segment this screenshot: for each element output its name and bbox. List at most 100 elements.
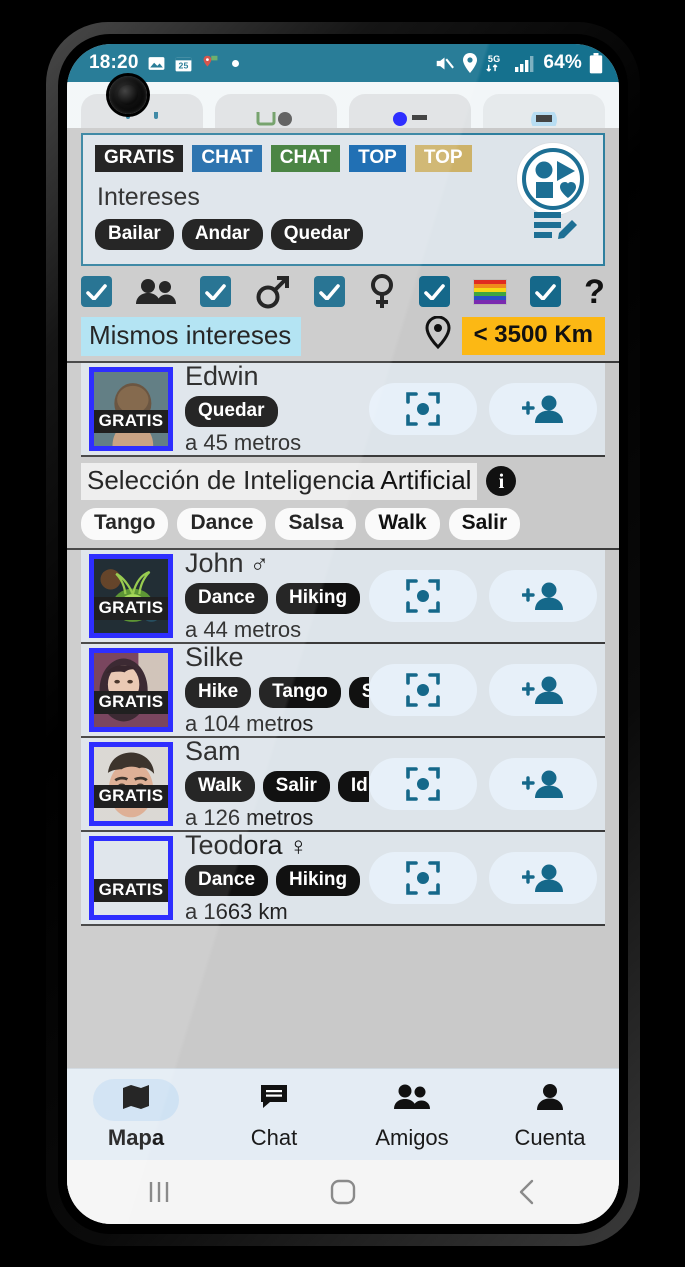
nav-pill xyxy=(93,1078,179,1121)
avatar[interactable]: GRATIS xyxy=(89,835,173,920)
avatar[interactable]: GRATIS xyxy=(89,741,173,826)
ai-pill[interactable]: Salsa xyxy=(275,507,357,540)
user-tag[interactable]: Walk xyxy=(185,770,255,802)
user-distance: a 1663 km xyxy=(185,898,288,924)
interest-pill[interactable]: Quedar xyxy=(270,218,364,250)
recents-icon[interactable] xyxy=(67,1178,251,1206)
location-message-icon xyxy=(201,55,220,72)
filter-checkbox-female[interactable] xyxy=(313,276,345,308)
app-logo-icon[interactable] xyxy=(517,143,589,215)
toolbar-button-card[interactable] xyxy=(483,94,605,128)
user-tag[interactable]: Quedar xyxy=(185,395,278,427)
distance-group: < 3500 Km xyxy=(424,315,605,357)
interest-pill[interactable]: Bailar xyxy=(95,218,174,250)
ai-pill[interactable]: Dance xyxy=(177,507,267,540)
card-actions xyxy=(369,851,597,904)
user-info: Teodora ♀ Dance Hiking a 1663 km xyxy=(185,831,369,925)
avatar[interactable]: GRATIS xyxy=(89,366,173,451)
home-icon[interactable] xyxy=(251,1177,435,1207)
user-list[interactable]: GRATIS Edwin Quedar a 45 metros Selecció… xyxy=(67,360,619,1068)
user-name-row: Sam xyxy=(185,737,369,767)
top-toolbar xyxy=(67,82,619,128)
user-tag[interactable]: Hiking xyxy=(276,582,361,614)
filter-checkbox-people[interactable] xyxy=(81,276,112,308)
nav-item-amigos[interactable]: Amigos xyxy=(343,1079,481,1151)
card-icon xyxy=(522,112,566,126)
nav-item-mapa[interactable]: Mapa xyxy=(67,1078,205,1151)
toolbar-button-note[interactable] xyxy=(215,94,337,128)
back-icon[interactable] xyxy=(435,1177,619,1207)
list-item[interactable]: GRATIS Silke Hike Tango S a 104 metros xyxy=(81,643,605,738)
avatar[interactable]: GRATIS xyxy=(89,647,173,732)
user-name-row: Teodora ♀ xyxy=(185,831,369,861)
person-add-icon[interactable] xyxy=(489,569,597,622)
ai-pill[interactable]: Tango xyxy=(81,507,169,540)
info-icon[interactable]: i xyxy=(486,466,517,497)
center-focus-icon[interactable] xyxy=(369,851,477,904)
user-name-row: John ♂ xyxy=(185,549,369,579)
card-actions xyxy=(369,663,597,716)
toolbar-button-pin[interactable] xyxy=(349,94,471,128)
user-tag[interactable]: Dance xyxy=(185,864,269,896)
center-focus-icon[interactable] xyxy=(369,569,477,622)
same-interests-row: Mismos intereses < 3500 Km xyxy=(67,315,619,357)
nav-item-cuenta[interactable]: Cuenta xyxy=(481,1079,619,1151)
avatar-photo xyxy=(94,558,168,633)
list-item[interactable]: GRATIS John ♂ Dance Hiking a 44 metros xyxy=(81,549,605,644)
user-name-row: Silke xyxy=(185,643,369,673)
card-actions xyxy=(369,757,597,810)
badge-top-blue[interactable]: TOP xyxy=(349,145,406,172)
badge-chat-green[interactable]: CHAT xyxy=(270,145,341,172)
ai-pill[interactable]: Walk xyxy=(365,507,440,540)
avatar-tag: GRATIS xyxy=(94,690,168,714)
center-focus-icon[interactable] xyxy=(369,382,477,435)
badge-chat-blue[interactable]: CHAT xyxy=(192,145,262,172)
user-info: Silke Hike Tango S a 104 metros xyxy=(185,643,369,737)
user-tag[interactable]: Id xyxy=(337,770,369,802)
interest-pill[interactable]: Andar xyxy=(181,218,263,250)
edit-list-icon[interactable] xyxy=(531,207,581,252)
user-tag[interactable]: Hiking xyxy=(276,864,361,896)
ai-pill[interactable]: Salir xyxy=(448,507,521,540)
user-tag[interactable]: Dance xyxy=(185,582,269,614)
center-focus-icon[interactable] xyxy=(369,757,477,810)
chat-icon xyxy=(259,1083,289,1116)
badge-top-gold[interactable]: TOP xyxy=(414,145,472,172)
status-bar-right: 5G 64% xyxy=(434,52,603,74)
list-item[interactable]: GRATIS Edwin Quedar a 45 metros xyxy=(81,362,605,457)
user-tag[interactable]: Tango xyxy=(259,676,341,708)
user-name: Edwin xyxy=(185,362,259,392)
filter-checkbox-rainbow[interactable] xyxy=(418,276,450,308)
person-add-icon[interactable] xyxy=(489,382,597,435)
list-item[interactable]: GRATIS Teodora ♀ Dance Hiking a 1663 km xyxy=(81,831,605,926)
person-add-icon[interactable] xyxy=(489,757,597,810)
list-item[interactable]: GRATIS Sam Walk Salir Id a 126 metros xyxy=(81,737,605,832)
battery-icon xyxy=(589,52,603,74)
center-focus-icon[interactable] xyxy=(369,663,477,716)
distance-chip[interactable]: < 3500 Km xyxy=(461,317,605,356)
interest-pill-row: Bailar Andar Quedar xyxy=(95,218,591,250)
user-tag[interactable]: Salir xyxy=(262,770,330,802)
signal-icon xyxy=(514,54,536,73)
male-icon xyxy=(254,275,290,309)
filter-row: ? xyxy=(67,266,619,316)
location-pin-icon xyxy=(424,315,452,357)
person-add-icon[interactable] xyxy=(489,851,597,904)
user-name: Teodora xyxy=(185,831,283,861)
filter-checkbox-male[interactable] xyxy=(200,276,232,308)
user-tag[interactable]: Hike xyxy=(185,676,252,708)
person-add-icon[interactable] xyxy=(489,663,597,716)
location-icon xyxy=(462,53,478,73)
avatar[interactable]: GRATIS xyxy=(89,553,173,638)
badge-gratis[interactable]: GRATIS xyxy=(95,145,184,172)
same-interests-chip[interactable]: Mismos intereses xyxy=(81,316,302,356)
bottom-navigation: Mapa Chat Amigos Cuenta xyxy=(67,1068,619,1160)
nav-item-chat[interactable]: Chat xyxy=(205,1079,343,1151)
user-info: John ♂ Dance Hiking a 44 metros xyxy=(185,549,369,643)
profile-card[interactable]: GRATIS CHAT CHAT TOP TOP Intereses Baila… xyxy=(81,133,605,266)
note-icon xyxy=(254,112,298,126)
filter-checkbox-unknown[interactable] xyxy=(530,276,561,308)
user-tag[interactable]: S xyxy=(348,676,369,708)
rainbow-flag-icon xyxy=(472,278,507,305)
ai-selection-title: Selección de Inteligencia Artificial xyxy=(81,462,478,500)
